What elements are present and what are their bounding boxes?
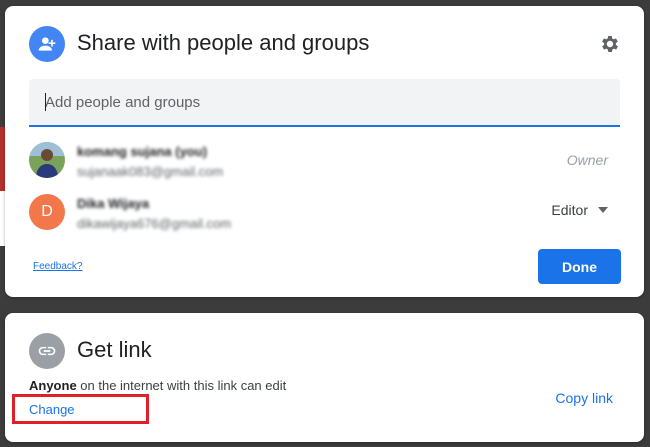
done-button[interactable]: Done — [538, 249, 621, 284]
gear-icon[interactable] — [596, 30, 624, 58]
caret-down-icon — [598, 207, 608, 213]
link-icon — [29, 333, 65, 369]
person-email: sujanaak083@gmail.com — [77, 164, 224, 179]
person-name: Dika Wijaya — [77, 196, 150, 211]
annotation-highlight-box — [12, 394, 149, 424]
role-dropdown[interactable]: Editor — [551, 202, 608, 218]
text-caret — [45, 93, 46, 111]
person-name: komang sujana (you) — [77, 144, 208, 159]
person-row-editor: D Dika Wijaya dikawijaya676@gmail.com Ed… — [29, 194, 620, 234]
copy-link-button[interactable]: Copy link — [555, 390, 613, 406]
role-label: Owner — [566, 152, 608, 168]
add-people-input[interactable] — [29, 79, 620, 125]
link-access-description: Anyone on the internet with this link ca… — [29, 378, 286, 393]
role-dropdown-label: Editor — [551, 202, 588, 218]
avatar: D — [29, 194, 65, 230]
avatar — [29, 142, 65, 178]
share-dialog-title: Share with people and groups — [77, 30, 370, 55]
access-detail: on the internet with this link can edit — [76, 378, 287, 393]
access-scope: Anyone — [29, 378, 77, 393]
add-people-field[interactable] — [29, 79, 620, 127]
person-email: dikawijaya676@gmail.com — [77, 216, 232, 231]
feedback-link[interactable]: Feedback? — [33, 261, 82, 272]
person-row-owner: komang sujana (you) sujanaak083@gmail.co… — [29, 142, 620, 182]
person-add-icon — [29, 26, 65, 62]
share-dialog: Share with people and groups komang suja… — [5, 6, 644, 297]
get-link-title: Get link — [77, 337, 152, 362]
